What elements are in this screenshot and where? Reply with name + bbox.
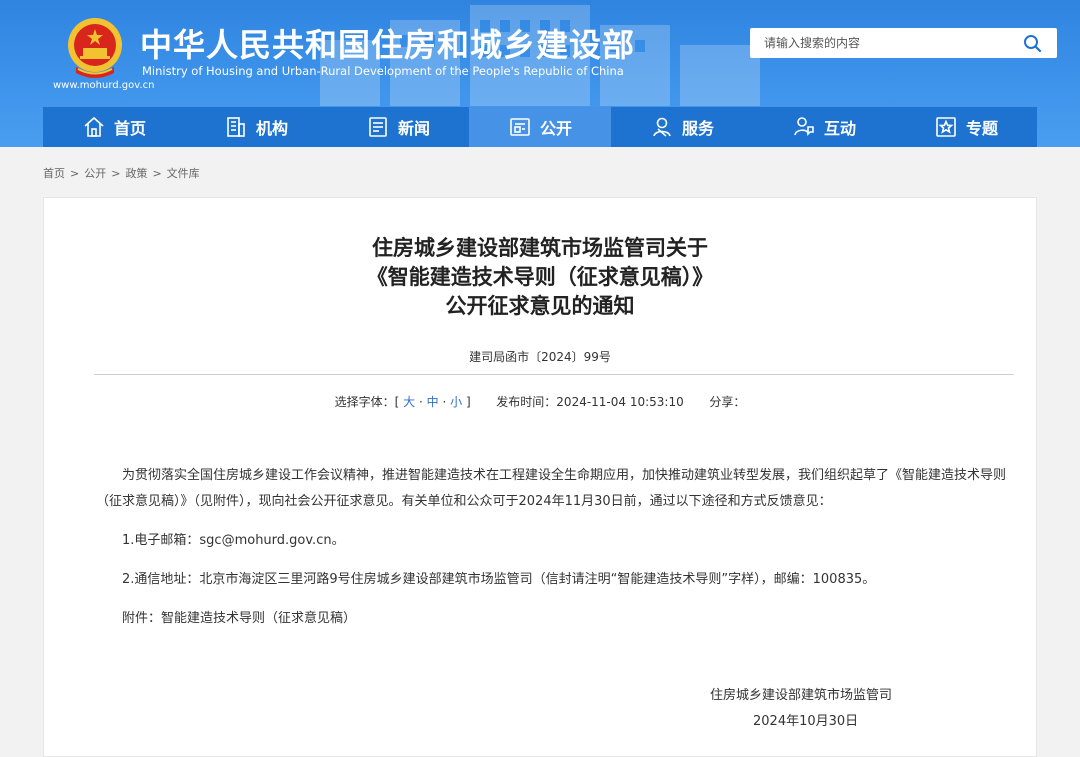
nav-item-news[interactable]: 新闻 xyxy=(327,107,469,147)
nav-label: 公开 xyxy=(539,119,572,138)
font-small-button[interactable]: 小 xyxy=(450,395,462,409)
share-label: 分享： xyxy=(709,395,746,409)
breadcrumb-policy[interactable]: 政策 xyxy=(125,167,147,180)
national-emblem-icon xyxy=(68,18,122,78)
title-line: 公开征求意见的通知 xyxy=(445,294,635,318)
breadcrumb-home[interactable]: 首页 xyxy=(43,167,65,180)
breadcrumb-library[interactable]: 文件库 xyxy=(167,167,200,180)
sign-date: 2024年10月30日 xyxy=(753,714,859,729)
nav-label: 首页 xyxy=(113,119,146,138)
font-separator: · xyxy=(442,395,447,409)
document-number: 建司局函市〔2024〕99号 xyxy=(469,350,611,364)
nav-item-topics[interactable]: 专题 xyxy=(895,107,1037,147)
font-separator: · xyxy=(418,395,423,409)
font-large-button[interactable]: 大 xyxy=(403,395,415,409)
breadcrumb-separator: > xyxy=(70,167,80,180)
publish-label: 发布时间： xyxy=(496,395,557,409)
body-paragraph: 为贯彻落实全国住房城乡建设工作会议精神，推进智能建造技术在工程建设全生命期应用，… xyxy=(96,468,1007,509)
email-paragraph: 1.电子邮箱：sgc@mohurd.gov.cn。 xyxy=(122,533,345,548)
article-title: 住房城乡建设部建筑市场监管司关于 《智能建造技术导则（征求意见稿）》 公开征求意… xyxy=(44,234,1036,321)
breadcrumb-separator: > xyxy=(111,167,121,180)
title-line: 《智能建造技术导则（征求意见稿）》 xyxy=(366,265,714,289)
nav-item-home[interactable]: 首页 xyxy=(43,107,185,147)
site-title: 中华人民共和国住房和城乡建设部 xyxy=(140,26,636,64)
divider xyxy=(94,374,1014,375)
main-nav: 首页 机构 新闻 公开 服务 互动 专题 xyxy=(43,107,1037,147)
font-select-label: 选择字体： xyxy=(334,395,395,409)
nav-label: 新闻 xyxy=(397,119,430,138)
site-subtitle: Ministry of Housing and Urban-Rural Deve… xyxy=(142,64,624,78)
nav-item-organization[interactable]: 机构 xyxy=(185,107,327,147)
site-header: 中华人民共和国住房和城乡建设部 Ministry of Housing and … xyxy=(0,0,1080,147)
home-icon xyxy=(84,116,104,137)
newspaper-icon xyxy=(369,117,387,137)
font-medium-button[interactable]: 中 xyxy=(427,395,439,409)
building-icon xyxy=(227,117,245,137)
site-url[interactable]: www.mohurd.gov.cn xyxy=(53,80,154,91)
article-body: 为贯彻落实全国住房城乡建设工作会议精神，推进智能建造技术在工程建设全生命期应用，… xyxy=(96,463,1016,632)
article-meta: 选择字体：[ 大 · 中 · 小 ] 发布时间：2024-11-04 10:53… xyxy=(44,393,1036,410)
bracket: [ xyxy=(394,395,400,409)
search-icon[interactable] xyxy=(1023,34,1043,52)
nav-label: 专题 xyxy=(965,119,998,138)
address-paragraph: 2.通信地址：北京市海淀区三里河路9号住房城乡建设部建筑市场监管司（信封请注明“… xyxy=(122,572,876,587)
signer: 住房城乡建设部建筑市场监管司 xyxy=(710,688,893,703)
breadcrumb-public[interactable]: 公开 xyxy=(84,167,106,180)
search-input[interactable] xyxy=(750,28,1010,58)
nav-label: 机构 xyxy=(255,119,288,138)
breadcrumb-separator: > xyxy=(152,167,162,180)
nav-label: 服务 xyxy=(681,119,714,138)
search-box xyxy=(750,28,1057,58)
person-service-icon xyxy=(653,117,671,137)
attachment-link[interactable]: 附件：智能建造技术导则（征求意见稿） xyxy=(96,606,1016,632)
interaction-icon xyxy=(794,117,814,136)
publish-time: 2024-11-04 10:53:10 xyxy=(556,395,684,409)
nav-label: 互动 xyxy=(823,119,856,138)
star-topic-icon xyxy=(936,117,956,137)
title-line: 住房城乡建设部建筑市场监管司关于 xyxy=(372,236,708,260)
bracket: ] xyxy=(465,395,471,409)
breadcrumb: 首页 > 公开 > 政策 > 文件库 xyxy=(43,165,200,181)
nav-item-interaction[interactable]: 互动 xyxy=(753,107,895,147)
open-info-icon xyxy=(510,118,530,136)
nav-item-public[interactable]: 公开 xyxy=(469,107,611,147)
nav-item-service[interactable]: 服务 xyxy=(611,107,753,147)
article-card: 住房城乡建设部建筑市场监管司关于 《智能建造技术导则（征求意见稿）》 公开征求意… xyxy=(43,197,1037,757)
